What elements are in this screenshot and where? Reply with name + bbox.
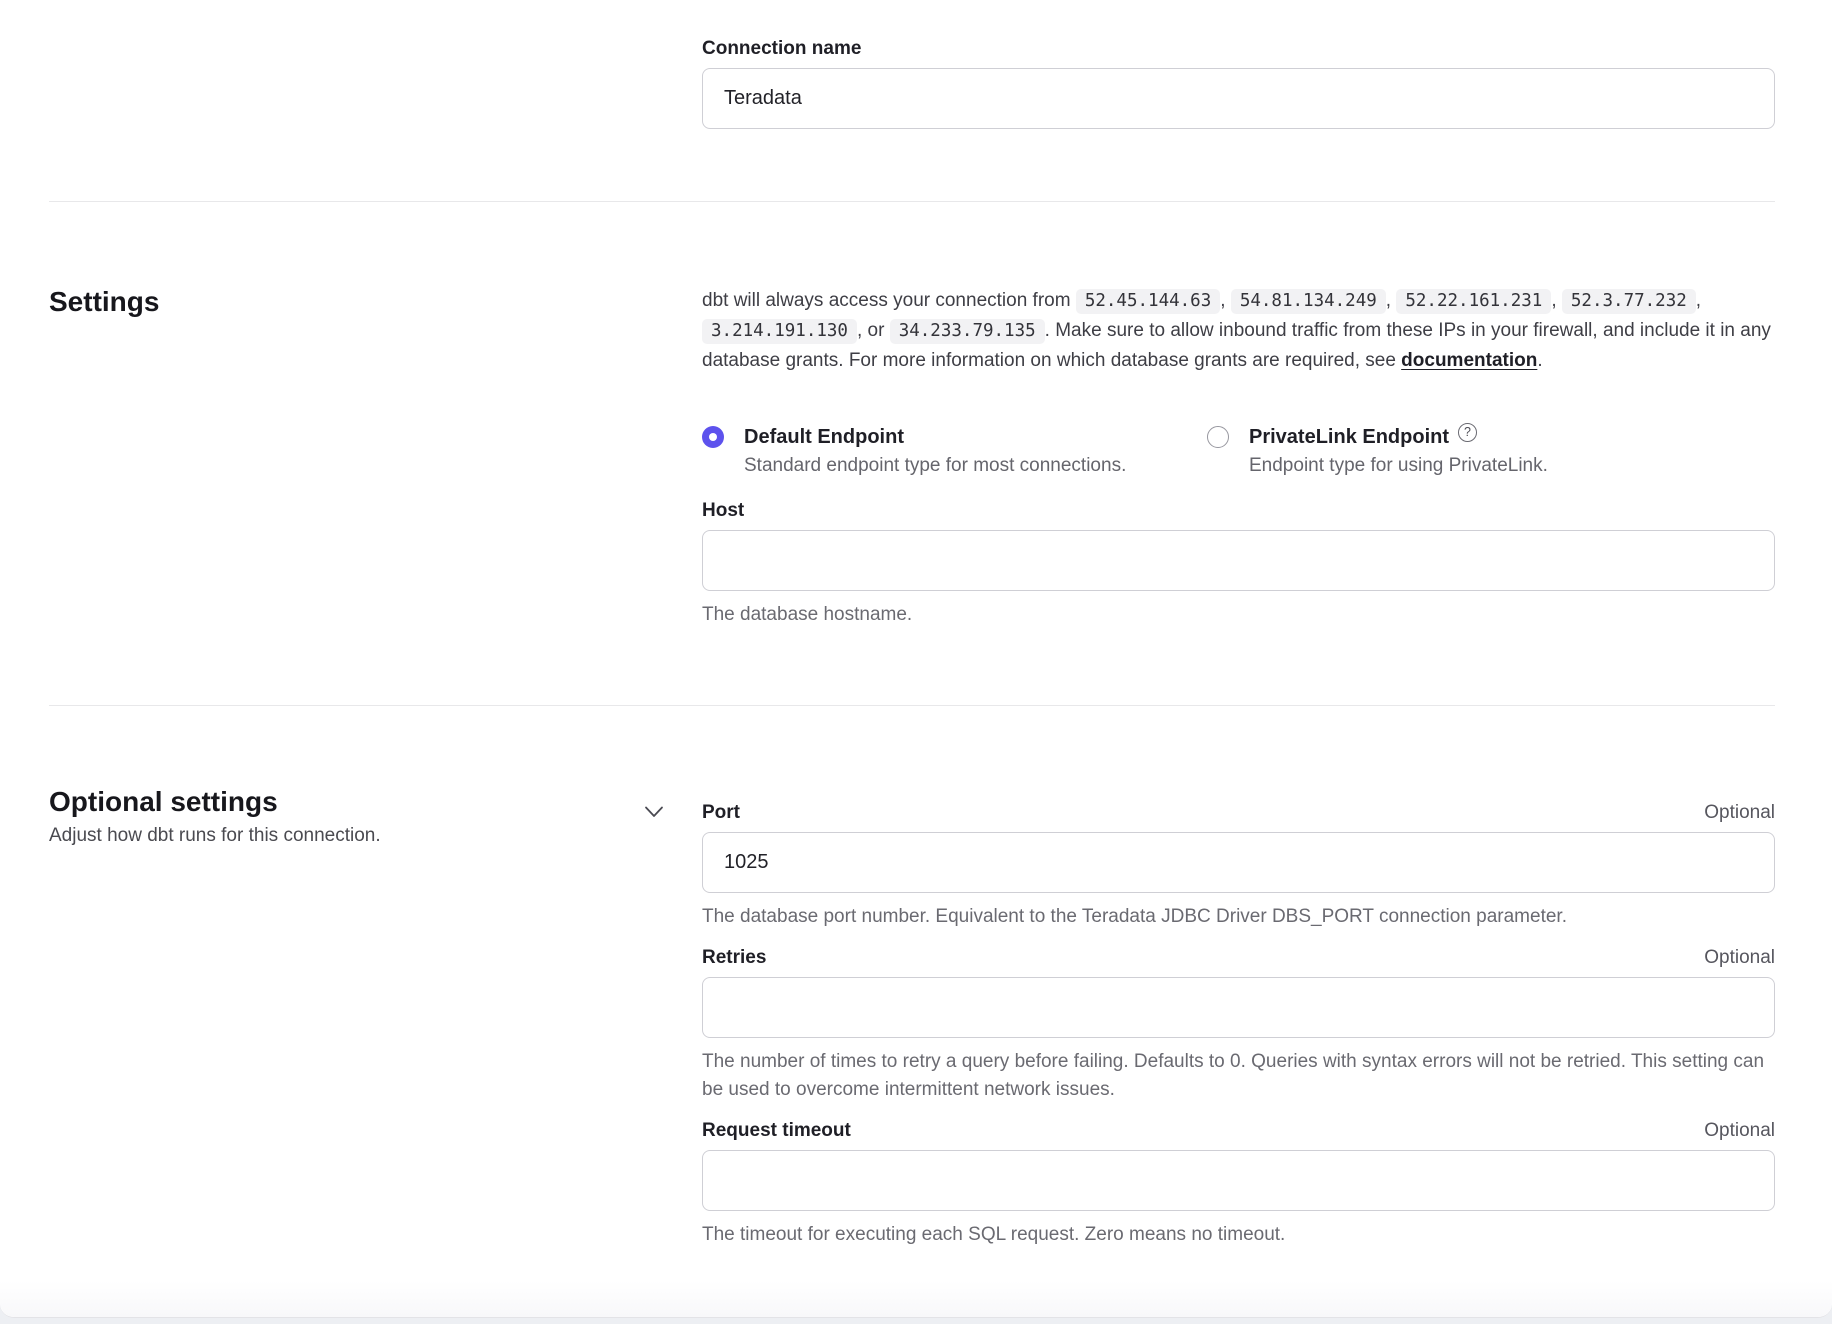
retries-field: Retries Optional The number of times to … xyxy=(702,947,1775,1104)
host-helper-text: The database hostname. xyxy=(702,601,1775,629)
connection-name-field: Connection name xyxy=(702,38,1775,129)
retries-label: Retries xyxy=(702,947,766,969)
ip-chip: 3.214.191.130 xyxy=(702,319,857,344)
request-timeout-input[interactable] xyxy=(702,1150,1775,1211)
ip-chip: 52.22.161.231 xyxy=(1396,289,1551,314)
ip-chip: 52.3.77.232 xyxy=(1562,289,1696,314)
radio-description-privatelink-endpoint: Endpoint type for using PrivateLink. xyxy=(1249,454,1548,478)
request-timeout-helper-text: The timeout for executing each SQL reque… xyxy=(702,1221,1775,1249)
ip-allowlist-text: dbt will always access your connection f… xyxy=(702,286,1775,376)
radio-option-privatelink-endpoint[interactable]: PrivateLink Endpoint ? Endpoint type for… xyxy=(1207,424,1548,478)
optional-badge: Optional xyxy=(1704,1120,1775,1142)
port-helper-text: The database port number. Equivalent to … xyxy=(702,903,1775,931)
separator: , xyxy=(1220,290,1225,311)
help-icon[interactable]: ? xyxy=(1458,423,1477,442)
port-field: Port Optional The database port number. … xyxy=(702,802,1775,931)
documentation-link[interactable]: documentation xyxy=(1401,350,1537,371)
host-input[interactable] xyxy=(702,530,1775,591)
optional-settings-subheading: Adjust how dbt runs for this connection. xyxy=(49,824,702,848)
host-field: Host The database hostname. xyxy=(702,500,1775,629)
endpoint-type-radio-group: Default Endpoint Standard endpoint type … xyxy=(702,424,1775,478)
optional-settings-section: Optional settings Adjust how dbt runs fo… xyxy=(0,786,1832,1275)
optional-badge: Optional xyxy=(1704,947,1775,969)
optional-badge: Optional xyxy=(1704,802,1775,824)
retries-input[interactable] xyxy=(702,977,1775,1038)
settings-heading: Settings xyxy=(49,286,702,318)
radio-label-default-endpoint: Default Endpoint xyxy=(744,424,1126,450)
ip-chip: 52.45.144.63 xyxy=(1076,289,1220,314)
host-label: Host xyxy=(702,500,1775,522)
connection-settings-card: Connection name Settings dbt will always… xyxy=(0,0,1832,1318)
connection-name-label: Connection name xyxy=(702,38,1775,60)
settings-section: Settings dbt will always access your con… xyxy=(0,286,1832,629)
radio-option-default-endpoint[interactable]: Default Endpoint Standard endpoint type … xyxy=(702,424,1207,478)
retries-helper-text: The number of times to retry a query bef… xyxy=(702,1048,1775,1104)
separator: , xyxy=(1386,290,1391,311)
optional-settings-heading: Optional settings xyxy=(49,786,702,818)
separator: , or xyxy=(857,320,884,341)
radio-label-privatelink-endpoint: PrivateLink Endpoint xyxy=(1249,424,1449,450)
chevron-down-icon[interactable] xyxy=(644,805,664,819)
request-timeout-field: Request timeout Optional The timeout for… xyxy=(702,1120,1775,1249)
section-divider xyxy=(49,201,1775,202)
sentence-period: . xyxy=(1537,350,1542,371)
port-input[interactable] xyxy=(702,832,1775,893)
separator: , xyxy=(1551,290,1556,311)
ip-chip: 54.81.134.249 xyxy=(1231,289,1386,314)
separator: , xyxy=(1696,290,1701,311)
ip-intro-text: dbt will always access your connection f… xyxy=(702,290,1071,311)
radio-unselected-icon[interactable] xyxy=(1207,426,1229,448)
radio-description-default-endpoint: Standard endpoint type for most connecti… xyxy=(744,454,1126,478)
section-divider xyxy=(49,705,1775,706)
connection-name-input[interactable] xyxy=(702,68,1775,129)
radio-selected-icon[interactable] xyxy=(702,426,724,448)
request-timeout-label: Request timeout xyxy=(702,1120,851,1142)
connection-name-section: Connection name xyxy=(0,0,1832,129)
ip-chip: 34.233.79.135 xyxy=(890,319,1045,344)
port-label: Port xyxy=(702,802,740,824)
